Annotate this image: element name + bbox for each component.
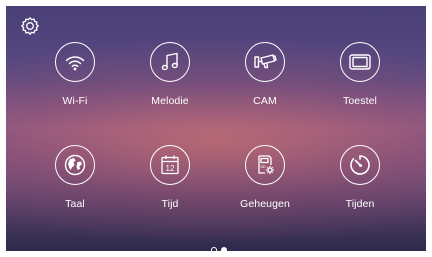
menu-item-cam[interactable]: CAM — [225, 42, 305, 114]
menu-item-melodie[interactable]: Melodie — [130, 42, 210, 114]
globe-icon — [64, 154, 86, 176]
menu-item-label: Tijd — [161, 198, 179, 210]
timer-icon — [350, 155, 370, 175]
gear-icon — [20, 16, 40, 36]
menu-item-label: CAM — [253, 95, 277, 107]
menu-item-toestel[interactable]: Toestel — [320, 42, 400, 114]
menu-item-wifi[interactable]: Wi-Fi — [35, 42, 115, 114]
menu-item-geheugen[interactable]: SD Geheugen — [225, 145, 305, 217]
menu-item-label: Geheugen — [240, 198, 290, 210]
page-dot-2-active[interactable] — [221, 247, 227, 251]
menu-item-label: Toestel — [343, 95, 377, 107]
menu-item-label: Melodie — [151, 95, 189, 107]
security-camera-icon — [254, 54, 277, 69]
settings-screen: Wi-Fi Melodie CAM Toestel Taal 12 Tijd S… — [6, 6, 426, 251]
monitor-device-icon — [349, 54, 371, 70]
page-dot-1[interactable] — [211, 247, 217, 251]
settings-button[interactable] — [20, 16, 40, 36]
wifi-icon — [65, 56, 85, 71]
calendar-day: 12 — [166, 164, 175, 173]
menu-item-label: Tijden — [345, 198, 375, 210]
menu-item-label: Taal — [65, 198, 85, 210]
calendar-icon: 12 — [161, 155, 179, 175]
music-note-icon — [161, 52, 178, 71]
menu-item-tijden[interactable]: Tijden — [320, 145, 400, 217]
menu-item-taal[interactable]: Taal — [35, 145, 115, 217]
sd-label: SD — [260, 164, 266, 169]
menu-item-label: Wi-Fi — [62, 95, 88, 107]
sd-card-settings-icon: SD — [258, 155, 274, 174]
menu-item-tijd[interactable]: 12 Tijd — [130, 145, 210, 217]
